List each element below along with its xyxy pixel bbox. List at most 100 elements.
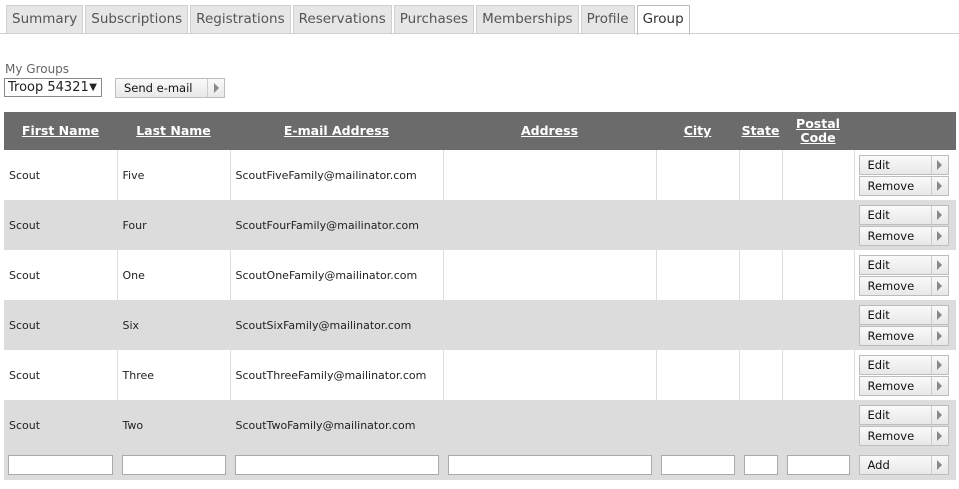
tab-subscriptions[interactable]: Subscriptions [85, 5, 189, 33]
add-label: Add [867, 458, 890, 472]
new-address-input[interactable] [447, 455, 652, 475]
header-city[interactable]: City [656, 112, 739, 150]
table-row: Scout One ScoutOneFamily@mailinator.com Edi… [4, 250, 956, 300]
row-actions: Edit Remove [853, 200, 956, 250]
remove-button[interactable]: Remove [858, 375, 949, 396]
row-actions: Edit Remove [853, 350, 956, 400]
remove-label: Remove [867, 228, 915, 243]
edit-label: Edit [867, 407, 890, 422]
cell-last: Three [116, 350, 230, 400]
group-select[interactable]: Troop 54321 ▼ [4, 78, 102, 97]
add-cell-state [738, 450, 782, 480]
cell-postal [781, 300, 854, 350]
arrow-right-icon [930, 176, 948, 195]
tab-registrations[interactable]: Registrations [190, 5, 291, 33]
edit-button[interactable]: Edit [858, 404, 949, 425]
cell-first: Scout [4, 300, 117, 350]
arrow-right-icon [207, 79, 224, 97]
send-email-label: Send e-mail [124, 81, 193, 95]
arrow-right-icon [930, 226, 948, 245]
cell-city [655, 400, 739, 450]
cell-state [738, 400, 782, 450]
cell-last: Five [116, 150, 230, 200]
tab-divider [0, 33, 959, 34]
cell-first: Scout [4, 250, 117, 300]
tab-reservations[interactable]: Reservations [292, 5, 392, 33]
send-email-button[interactable]: Send e-mail [115, 78, 225, 98]
tab-profile[interactable]: Profile [580, 5, 635, 33]
cell-state [738, 350, 782, 400]
cell-city [655, 350, 739, 400]
add-actions: Add [853, 450, 956, 480]
row-actions: Edit Remove [853, 300, 956, 350]
new-state-input[interactable] [743, 455, 778, 475]
cell-email: ScoutSixFamily@mailinator.com [229, 300, 443, 350]
edit-label: Edit [867, 157, 890, 172]
cell-email: ScoutFiveFamily@mailinator.com [229, 150, 443, 200]
tab-group[interactable]: Group [636, 5, 690, 35]
cell-postal [781, 200, 854, 250]
remove-label: Remove [867, 328, 915, 343]
edit-label: Edit [867, 257, 890, 272]
edit-button[interactable]: Edit [858, 154, 949, 175]
new-city-input[interactable] [660, 455, 735, 475]
table-row: Scout Six ScoutSixFamily@mailinator.com Edi… [4, 300, 956, 350]
cell-postal [781, 400, 854, 450]
edit-button[interactable]: Edit [858, 354, 949, 375]
header-state[interactable]: State [739, 112, 782, 150]
remove-button[interactable]: Remove [858, 325, 949, 346]
add-cell-first [4, 450, 117, 480]
table-row: Scout Five ScoutFiveFamily@mailinator.com E… [4, 150, 956, 200]
new-last-input[interactable] [121, 455, 226, 475]
cell-state [738, 250, 782, 300]
tab-memberships[interactable]: Memberships [476, 5, 579, 33]
header-email[interactable]: E-mail Address [230, 112, 443, 150]
add-member-row: Add [4, 450, 956, 480]
cell-address [442, 250, 656, 300]
add-cell-address [442, 450, 656, 480]
tab-purchases[interactable]: Purchases [393, 5, 475, 33]
chevron-down-icon: ▼ [89, 82, 97, 93]
remove-button[interactable]: Remove [858, 175, 949, 196]
edit-label: Edit [867, 207, 890, 222]
cell-last: Six [116, 300, 230, 350]
cell-first: Scout [4, 350, 117, 400]
tab-bar: Summary Subscriptions Registrations Rese… [6, 5, 692, 35]
header-first-name[interactable]: First Name [4, 112, 117, 150]
cell-address [442, 200, 656, 250]
arrow-right-icon [930, 205, 948, 224]
arrow-right-icon [930, 305, 948, 324]
header-address[interactable]: Address [443, 112, 656, 150]
cell-first: Scout [4, 200, 117, 250]
cell-city [655, 200, 739, 250]
remove-button[interactable]: Remove [858, 275, 949, 296]
add-cell-postal [781, 450, 854, 480]
edit-button[interactable]: Edit [858, 304, 949, 325]
new-email-input[interactable] [234, 455, 439, 475]
cell-last: One [116, 250, 230, 300]
arrow-right-icon [930, 326, 948, 345]
cell-city [655, 300, 739, 350]
edit-button[interactable]: Edit [858, 254, 949, 275]
add-button[interactable]: Add [858, 455, 949, 475]
header-postal-code[interactable]: Postal Code [782, 112, 854, 150]
cell-state [738, 150, 782, 200]
new-first-input[interactable] [8, 455, 113, 475]
arrow-right-icon [930, 155, 948, 174]
row-actions: Edit Remove [853, 150, 956, 200]
remove-button[interactable]: Remove [858, 225, 949, 246]
remove-label: Remove [867, 378, 915, 393]
remove-button[interactable]: Remove [858, 425, 949, 446]
table-row: Scout Three ScoutThreeFamily@mailinator.co… [4, 350, 956, 400]
row-actions: Edit Remove [853, 250, 956, 300]
arrow-right-icon [930, 255, 948, 274]
cell-city [655, 250, 739, 300]
edit-button[interactable]: Edit [858, 204, 949, 225]
tab-summary[interactable]: Summary [6, 5, 84, 33]
new-postal-input[interactable] [786, 455, 850, 475]
add-cell-last [116, 450, 230, 480]
table-header-row: First Name Last Name E-mail Address Addr… [4, 112, 956, 150]
cell-address [442, 150, 656, 200]
header-last-name[interactable]: Last Name [117, 112, 230, 150]
edit-label: Edit [867, 307, 890, 322]
